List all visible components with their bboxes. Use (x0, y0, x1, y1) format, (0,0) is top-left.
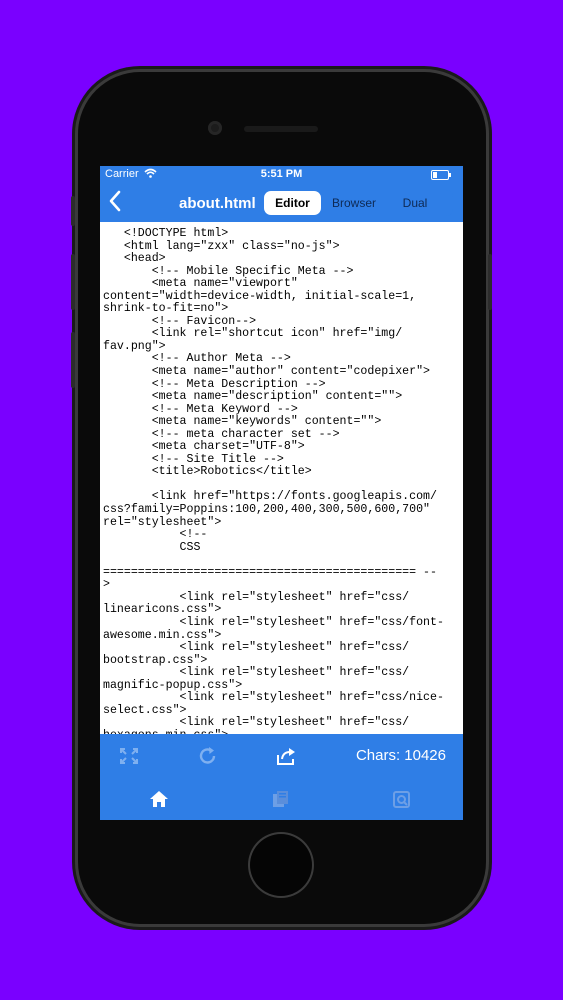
status-time: 5:51 PM (260, 168, 303, 180)
volume-up-button (71, 254, 75, 310)
volume-down-button (71, 332, 75, 388)
earpiece-speaker (244, 126, 318, 132)
page-title: about.html (179, 195, 256, 212)
segment-dual[interactable]: Dual (387, 190, 443, 216)
segment-editor[interactable]: Editor (264, 191, 321, 215)
home-icon[interactable] (149, 789, 169, 809)
power-button (488, 254, 492, 310)
tab-bar (100, 777, 463, 820)
chevron-left-icon[interactable] (108, 190, 122, 216)
code-editor[interactable]: <!DOCTYPE html> <html lang="zxx" class="… (100, 222, 463, 734)
navigation-bar: about.html Editor Browser Dual (100, 184, 463, 222)
home-button[interactable] (250, 834, 312, 896)
silent-switch (71, 196, 75, 226)
front-camera (208, 121, 222, 135)
files-icon[interactable] (270, 789, 290, 809)
status-bar: Carrier 5:51 PM (100, 166, 463, 184)
character-count: Chars: 10426 (355, 747, 446, 764)
share-icon[interactable] (275, 746, 297, 766)
view-mode-segmented-control: Editor Browser Dual (263, 190, 453, 216)
search-icon[interactable] (392, 789, 412, 809)
refresh-icon[interactable] (197, 746, 219, 766)
editor-toolbar: Chars: 10426 (100, 734, 463, 777)
app-screen: Carrier 5:51 PM about.html Editor Browse… (100, 166, 463, 820)
fullscreen-icon[interactable] (118, 746, 140, 766)
battery-icon (431, 170, 451, 180)
segment-browser[interactable]: Browser (325, 190, 383, 216)
